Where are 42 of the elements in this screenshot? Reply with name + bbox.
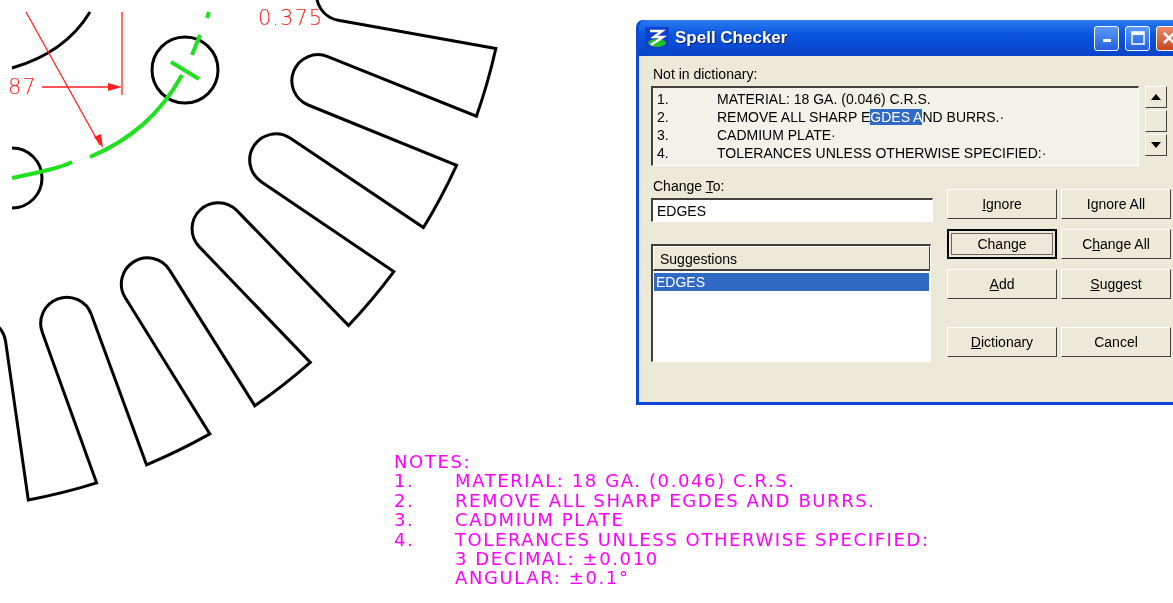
text-line: 4. TOLERANCES UNLESS OTHERWISE SPECIFIED:· — [657, 144, 1048, 162]
dialog-button[interactable]: Ignore — [947, 189, 1057, 219]
note-number: 3. — [394, 510, 416, 530]
dialog-button[interactable]: Cancel — [1061, 327, 1171, 357]
app-logo-icon — [645, 27, 669, 49]
scroll-thumb[interactable] — [1145, 110, 1168, 132]
hole-outline — [150, 35, 220, 105]
dialog-button[interactable]: Dictionary — [947, 327, 1057, 357]
hole-outline — [11, 146, 44, 210]
note-text: MATERIAL: 18 GA. (0.046) C.R.S. — [455, 471, 797, 491]
note-text: ANGULAR: ±0.1° — [455, 568, 631, 588]
maximize-icon — [1130, 31, 1145, 45]
note-number: 1. — [394, 471, 416, 491]
note-number: 2. — [394, 490, 416, 511]
suggestion-item[interactable]: EDGES — [654, 273, 929, 291]
dimension-label: 87 — [8, 77, 37, 98]
text-line: 2. REMOVE ALL SHARP EGDES AND BURRS.· — [657, 108, 1006, 126]
text-line: 1. MATERIAL: 18 GA. (0.046) C.R.S. — [657, 90, 932, 108]
column-header: Suggestions — [653, 246, 930, 271]
up-arrow-icon[interactable] — [1151, 94, 1162, 100]
dialog-button[interactable]: Suggest — [1061, 269, 1171, 299]
dialog-button[interactable]: Change — [947, 229, 1057, 259]
field-label: Change To: — [653, 178, 725, 194]
window-title: Spell Checker — [675, 28, 789, 48]
field-label: Not in dictionary: — [653, 66, 759, 82]
down-arrow-icon[interactable] — [1151, 142, 1162, 148]
close-button[interactable] — [1156, 25, 1173, 51]
close-icon — [1161, 31, 1173, 45]
notes-heading: NOTES: — [394, 452, 473, 472]
change-to-field[interactable]: EDGES — [651, 198, 933, 222]
dialog-button[interactable]: Add — [947, 269, 1057, 299]
note-text: 3 DECIMAL: ±0.010 — [455, 549, 660, 569]
dialog-button[interactable]: Ignore All — [1061, 189, 1171, 219]
dimension-label: 0.375 — [258, 8, 324, 29]
minimize-button[interactable] — [1094, 25, 1119, 51]
dialog-button[interactable]: Change All — [1061, 229, 1171, 259]
note-text: CADMIUM PLATE — [455, 510, 626, 530]
note-number: 4. — [394, 529, 416, 550]
note-text: TOLERANCES UNLESS OTHERWISE SPECIFIED: — [455, 529, 930, 550]
note-text: REMOVE ALL SHARP EGDES AND BURRS. — [455, 490, 877, 511]
maximize-button[interactable] — [1125, 25, 1150, 51]
text-line: 3. CADMIUM PLATE· — [657, 126, 837, 144]
